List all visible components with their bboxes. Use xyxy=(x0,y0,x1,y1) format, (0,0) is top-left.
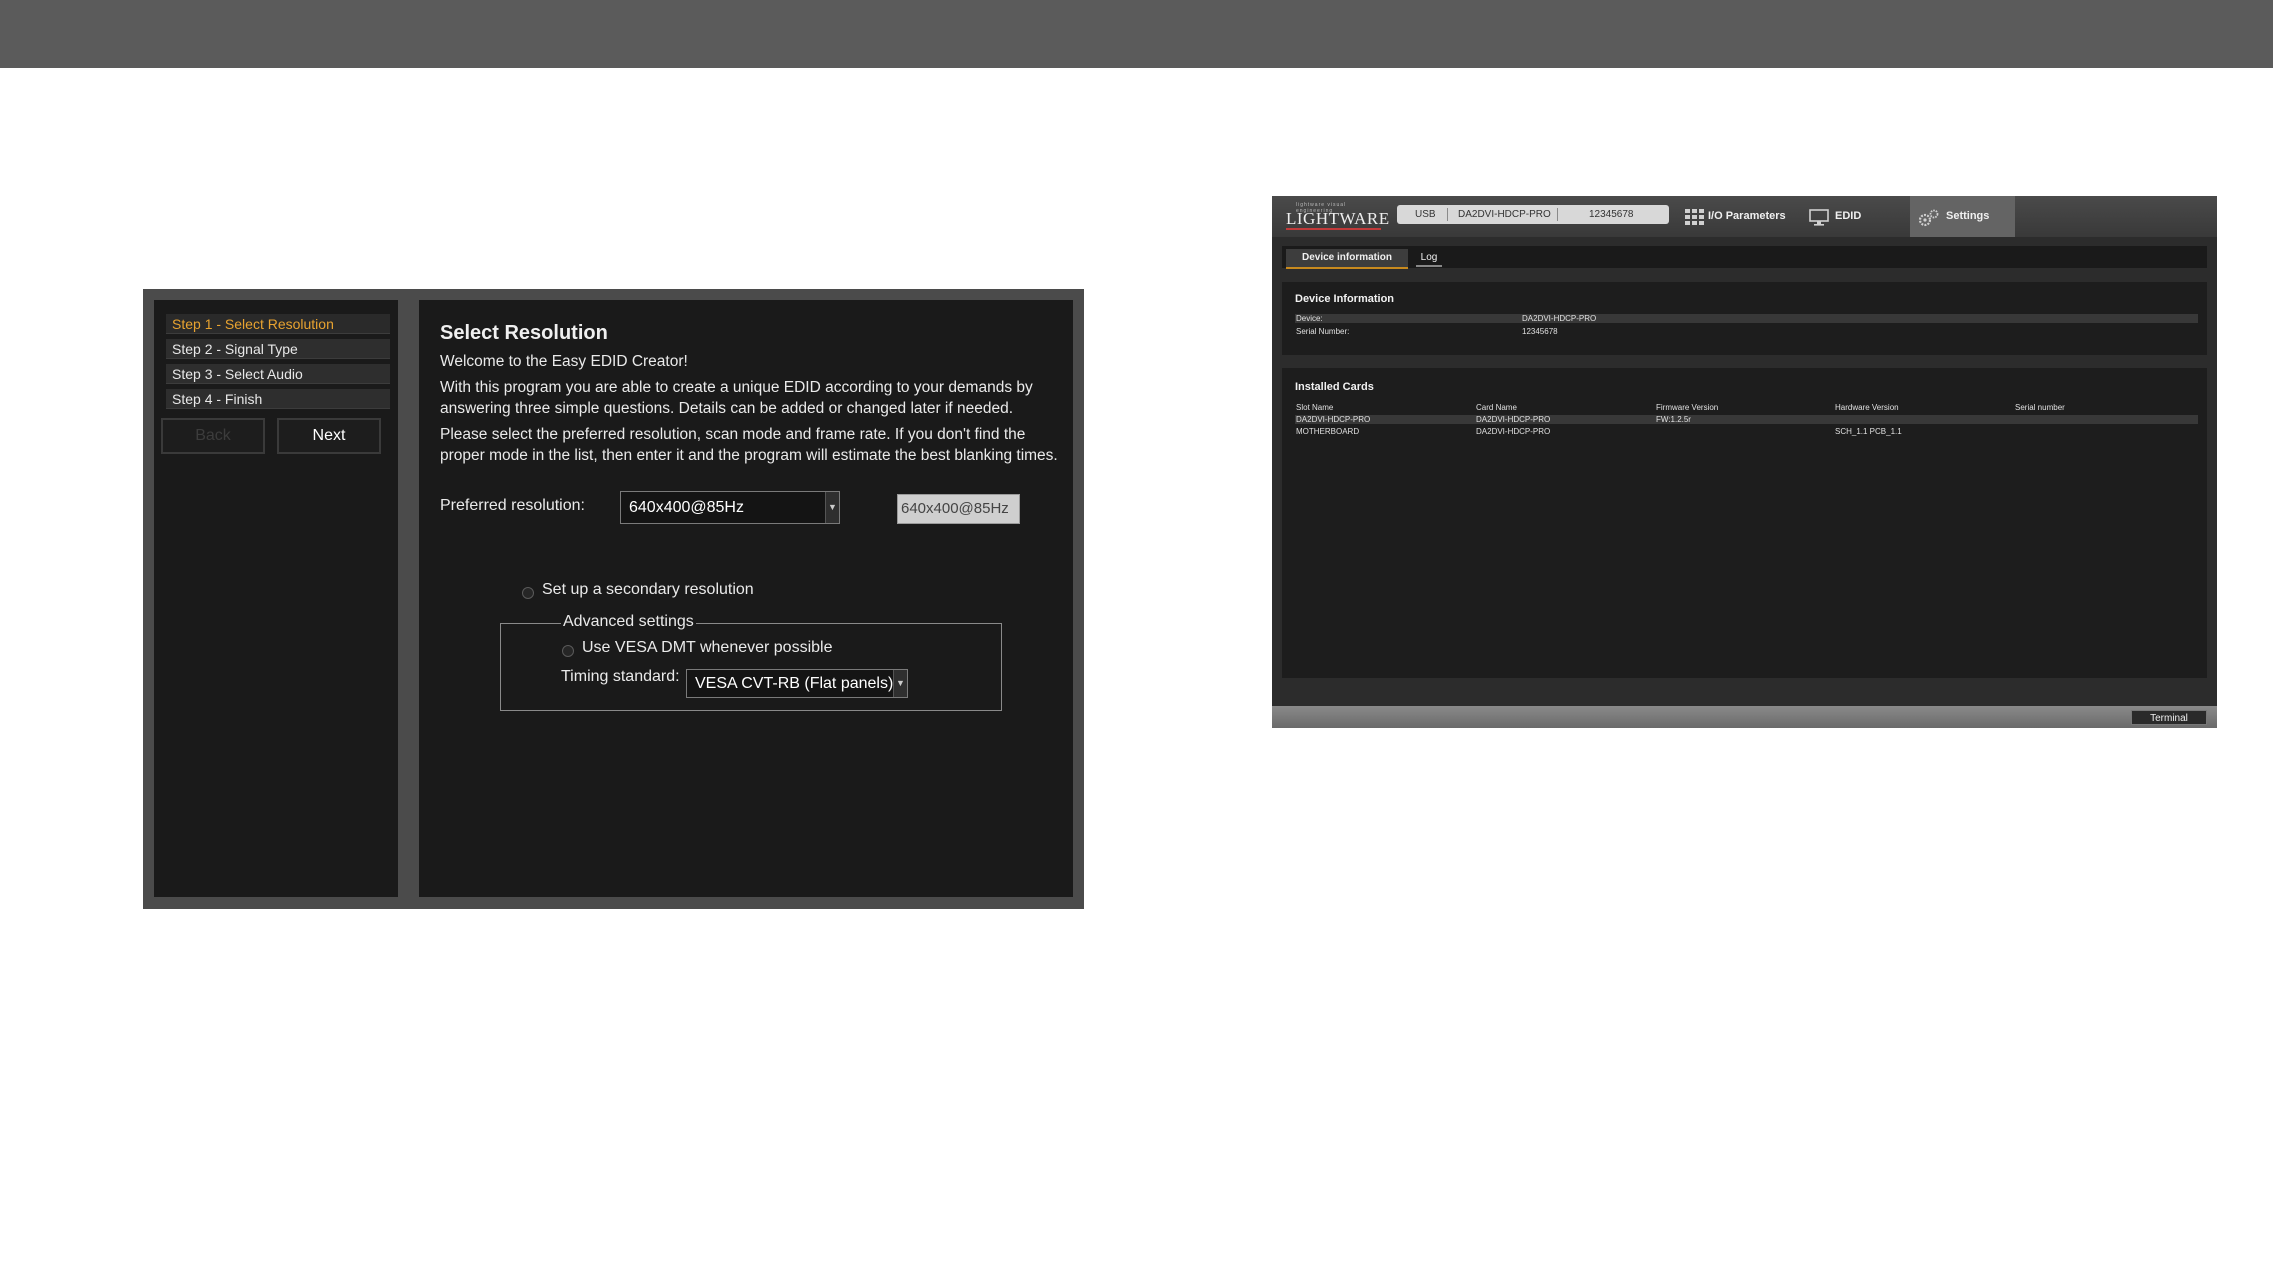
chevron-down-icon[interactable]: ▼ xyxy=(893,670,907,697)
grid-icon xyxy=(1685,209,1704,225)
logo-underline xyxy=(1286,228,1381,230)
monitor-icon xyxy=(1809,209,1829,226)
tab-log[interactable]: Log xyxy=(1412,249,1446,267)
gears-icon xyxy=(1918,209,1939,227)
edid-creator-window: Step 1 - Select Resolution Step 2 - Sign… xyxy=(143,289,1084,909)
column-header: Hardware Version xyxy=(1835,403,1899,412)
timing-standard-label: Timing standard: xyxy=(561,668,680,685)
preferred-resolution-text-field[interactable]: 640x400@85Hz xyxy=(897,494,1020,524)
tab-io-parameters-label: I/O Parameters xyxy=(1708,210,1786,222)
step-signal-type[interactable]: Step 2 - Signal Type xyxy=(166,339,390,359)
serial-number-label: Serial Number: xyxy=(1296,327,1350,336)
advanced-settings-legend: Advanced settings xyxy=(561,613,696,631)
settings-subtabs: Device information Log xyxy=(1282,246,2207,269)
welcome-text: Welcome to the Easy EDID Creator! xyxy=(440,353,688,370)
terminal-button[interactable]: Terminal xyxy=(2131,710,2207,725)
logo-text: LIGHTWARE xyxy=(1286,209,1390,228)
divider xyxy=(1447,208,1448,221)
column-header: Firmware Version xyxy=(1656,403,1719,412)
next-button[interactable]: Next xyxy=(277,418,381,454)
tab-log-label: Log xyxy=(1420,252,1438,263)
vesa-dmt-radio[interactable] xyxy=(562,645,574,657)
step-finish[interactable]: Step 4 - Finish xyxy=(166,389,390,409)
preferred-resolution-value: 640x400@85Hz xyxy=(629,499,744,516)
installed-cards-title: Installed Cards xyxy=(1295,381,1374,393)
table-row[interactable]: DA2DVI-HDCP-PRO DA2DVI-HDCP-PRO FW:1.2.5… xyxy=(1295,415,2198,424)
table-header-row: Slot Name Card Name Firmware Version Har… xyxy=(1295,403,2198,412)
tab-settings[interactable]: Settings xyxy=(1910,196,2015,237)
lightware-device-controller-window: lightware visual engineering LIGHTWARE U… xyxy=(1272,196,2217,728)
serial-number-value: 12345678 xyxy=(1522,327,1558,336)
device-value: DA2DVI-HDCP-PRO xyxy=(1522,314,1597,323)
table-cell: DA2DVI-HDCP-PRO xyxy=(1296,415,1371,424)
lightware-logo: lightware visual engineering LIGHTWARE xyxy=(1286,202,1389,230)
page-header-bar xyxy=(0,0,2273,68)
tab-io-parameters[interactable]: I/O Parameters xyxy=(1682,196,1794,237)
timing-standard-select[interactable]: VESA CVT-RB (Flat panels) ▼ xyxy=(686,669,908,698)
wizard-content: Select Resolution Welcome to the Easy ED… xyxy=(419,300,1073,897)
ldc-top-bar: lightware visual engineering LIGHTWARE U… xyxy=(1272,196,2217,237)
step-select-resolution[interactable]: Step 1 - Select Resolution xyxy=(166,314,390,334)
chevron-down-icon[interactable]: ▼ xyxy=(825,492,839,523)
table-row[interactable]: MOTHERBOARD DA2DVI-HDCP-PRO SCH_1.1 PCB_… xyxy=(1295,427,2198,436)
table-cell: DA2DVI-HDCP-PRO xyxy=(1476,415,1551,424)
preferred-resolution-select[interactable]: 640x400@85Hz ▼ xyxy=(620,491,840,524)
table-cell: DA2DVI-HDCP-PRO xyxy=(1476,427,1551,436)
secondary-resolution-radio[interactable] xyxy=(522,587,534,599)
tab-edid[interactable]: EDID xyxy=(1807,196,1907,237)
connected-device-name: DA2DVI-HDCP-PRO xyxy=(1458,209,1551,220)
table-row: Device: DA2DVI-HDCP-PRO xyxy=(1295,314,2198,323)
tab-underline xyxy=(1416,265,1442,267)
instructions-text: Please select the preferred resolution, … xyxy=(440,426,1058,464)
ldc-status-bar: Terminal xyxy=(1272,706,2217,728)
column-header: Card Name xyxy=(1476,403,1517,412)
back-button[interactable]: Back xyxy=(161,418,265,454)
wizard-sidebar: Step 1 - Select Resolution Step 2 - Sign… xyxy=(154,300,398,897)
connection-type: USB xyxy=(1415,209,1436,220)
page-title: Select Resolution xyxy=(440,322,608,344)
step-select-audio[interactable]: Step 3 - Select Audio xyxy=(166,364,390,384)
device-information-panel: Device Information Device: DA2DVI-HDCP-P… xyxy=(1282,282,2207,355)
connection-info-pill[interactable]: USB DA2DVI-HDCP-PRO 12345678 xyxy=(1397,205,1669,224)
timing-standard-value: VESA CVT-RB (Flat panels) xyxy=(695,675,894,692)
device-label: Device: xyxy=(1296,314,1323,323)
tab-edid-label: EDID xyxy=(1835,210,1862,222)
table-cell: MOTHERBOARD xyxy=(1296,427,1360,436)
intro-text: With this program you are able to create… xyxy=(440,379,1033,417)
column-header: Slot Name xyxy=(1296,403,1334,412)
vesa-dmt-label: Use VESA DMT whenever possible xyxy=(582,639,833,656)
table-cell: SCH_1.1 PCB_1.1 xyxy=(1835,427,1902,436)
installed-cards-panel: Installed Cards Slot Name Card Name Firm… xyxy=(1282,368,2207,678)
tab-device-information[interactable]: Device information xyxy=(1286,249,1408,269)
table-cell: FW:1.2.5r xyxy=(1656,415,1691,424)
preferred-resolution-label: Preferred resolution: xyxy=(440,497,585,514)
divider xyxy=(1557,208,1558,221)
device-information-title: Device Information xyxy=(1295,293,1395,305)
column-header: Serial number xyxy=(2015,403,2065,412)
tab-settings-label: Settings xyxy=(1946,210,1990,222)
table-row: Serial Number: 12345678 xyxy=(1295,327,2198,336)
secondary-resolution-label: Set up a secondary resolution xyxy=(542,581,754,598)
connected-device-serial: 12345678 xyxy=(1589,209,1634,220)
